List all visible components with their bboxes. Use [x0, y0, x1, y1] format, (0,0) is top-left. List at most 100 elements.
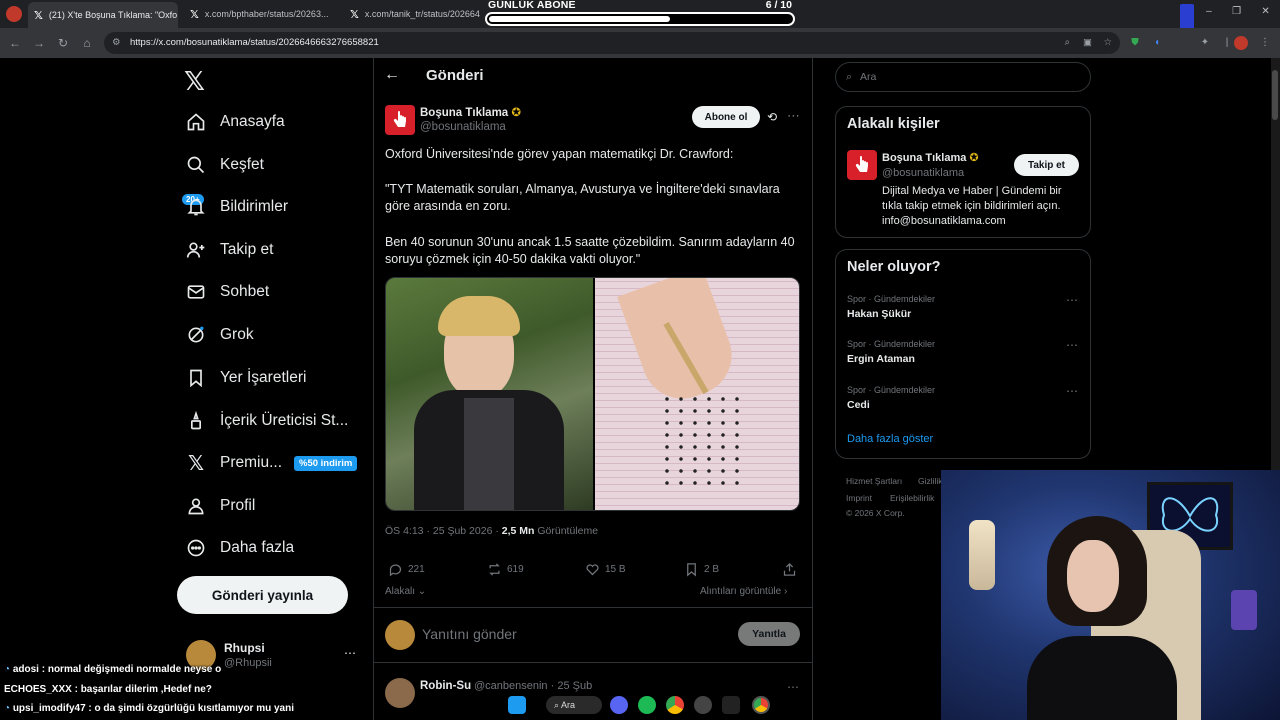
account-more-icon[interactable]: ⋯ [344, 646, 356, 660]
trend-item[interactable]: Cedi [847, 399, 870, 411]
nav-item-chat[interactable]: Sohbet [184, 277, 269, 307]
address-bar[interactable]: ⚙ https://x.com/bosunatiklama/status/202… [104, 32, 1120, 54]
reply-action[interactable]: 221 [388, 562, 425, 577]
menu-kebab-icon[interactable]: ⋮ [1258, 36, 1272, 50]
x-logo-icon: 𝕏 [350, 8, 359, 21]
creator-icon [184, 409, 208, 433]
bookmark-star-icon[interactable]: ☆ [1103, 32, 1112, 54]
nav-item-follow[interactable]: Takip et [184, 235, 273, 265]
author-name[interactable]: Boşuna Tıklama ✪ [420, 105, 521, 119]
shield-extension-icon[interactable]: ⛊ [1128, 36, 1142, 50]
next-reply-author[interactable]: Robin-Su [420, 680, 471, 692]
zoom-icon[interactable]: ⌕ [1065, 32, 1070, 54]
footer-terms-link[interactable]: Hizmet Şartları [846, 476, 902, 486]
back-icon[interactable]: ← [6, 34, 24, 52]
windows-start-icon[interactable] [508, 696, 526, 714]
obs-icon[interactable] [694, 696, 712, 714]
app-icon[interactable] [722, 696, 740, 714]
cast-icon[interactable]: ▣ [1083, 32, 1092, 54]
x-logo-icon: 𝕏 [34, 9, 43, 22]
page-title: Gönderi [426, 67, 484, 84]
post-compose-button[interactable]: Gönderi yayınla [177, 576, 348, 614]
nav-item-premium[interactable]: 𝕏 Premiu... %50 indirim [184, 448, 358, 478]
bookmark-action[interactable]: 2 B [684, 562, 719, 577]
search-input[interactable]: ⌕ Ara [835, 62, 1091, 92]
bell-icon [184, 195, 208, 219]
next-reply-more-icon[interactable]: ⋯ [787, 680, 799, 694]
trend-more-icon[interactable]: ⋯ [1066, 338, 1078, 352]
reply-icon [389, 564, 402, 577]
nav-item-grok[interactable]: Grok [184, 320, 254, 350]
author-handle[interactable]: @bosunatiklama [420, 121, 506, 133]
chrome-icon[interactable] [666, 696, 684, 714]
view-quotes-link[interactable]: Alıntıları görüntüle › [700, 586, 787, 597]
scrollbar-thumb[interactable] [1272, 70, 1278, 120]
trend-item[interactable]: Hakan Şükür [847, 308, 911, 320]
grok-explain-icon[interactable]: ⟲ [767, 110, 777, 124]
follow-related-button[interactable]: Takip et [1014, 154, 1079, 176]
hand-cursor-icon [855, 156, 868, 172]
profile-avatar-icon[interactable] [1234, 36, 1248, 50]
trend-item[interactable]: Ergin Ataman [847, 353, 915, 365]
chat-badge-icon: ◔ [4, 703, 11, 714]
reply-input[interactable]: Yanıtını gönder [422, 626, 517, 642]
trend-more-icon[interactable]: ⋯ [1066, 384, 1078, 398]
view-quotes-label: Alıntıları görüntüle [700, 586, 782, 597]
browser-tab-active[interactable]: 𝕏 (21) X'te Boşuna Tıklama: "Oxfo ✕ [28, 2, 178, 28]
repost-action[interactable]: 619 [487, 562, 524, 577]
close-window-icon[interactable]: ✕ [1261, 6, 1269, 22]
nav-item-profile[interactable]: Profil [184, 491, 255, 521]
photo-man-portrait[interactable] [386, 278, 593, 510]
trend-category: Spor · Gündemdekiler [847, 294, 936, 304]
back-arrow-icon[interactable]: ← [384, 66, 400, 84]
post-media[interactable] [385, 277, 800, 511]
chat-text: başarılar dilerim ,Hedef ne? [80, 684, 212, 695]
search-placeholder: Ara [860, 71, 877, 83]
reload-icon[interactable]: ↻ [54, 34, 72, 52]
reply-submit-button[interactable]: Yanıtla [738, 622, 800, 646]
nav-item-creator-studio[interactable]: İçerik Üreticisi St... [184, 406, 348, 436]
nav-item-notifications[interactable]: Bildirimler [184, 192, 288, 222]
related-avatar[interactable] [847, 150, 877, 180]
next-reply-avatar[interactable] [385, 678, 415, 708]
forward-icon[interactable]: → [30, 34, 48, 52]
minimize-icon[interactable]: – [1206, 6, 1212, 22]
post-timestamp[interactable]: ÖS 4:13 · 25 Şub 2026 · [385, 525, 502, 537]
footer-accessibility-link[interactable]: Erişilebilirlik [890, 493, 934, 503]
footer-imprint-link[interactable]: Imprint [846, 493, 872, 503]
like-action[interactable]: 15 B [585, 562, 626, 577]
desk-lamp [1231, 590, 1257, 630]
chat-username: ECHOES_XXX [4, 684, 72, 695]
search-icon [184, 153, 208, 177]
heart-icon [586, 564, 599, 576]
nav-item-explore[interactable]: Keşfet [184, 150, 264, 180]
related-handle[interactable]: @bosunatiklama [882, 167, 964, 179]
discord-icon[interactable] [610, 696, 628, 714]
related-name[interactable]: Boşuna Tıklama ✪ [882, 151, 979, 164]
home-browser-icon[interactable]: ⌂ [78, 34, 96, 52]
nav-item-more[interactable]: Daha fazla [184, 533, 294, 563]
audio-extension-icon[interactable]: ◖ [1150, 36, 1164, 50]
subscribe-button[interactable]: Abone ol [692, 106, 760, 128]
sort-relevant-dropdown[interactable]: Alakalı ⌄ [385, 586, 426, 597]
photo-exam-answer-sheet[interactable] [595, 278, 799, 510]
footer-privacy-link[interactable]: Gizlilik [918, 476, 943, 486]
extensions-icon[interactable]: ✦ [1198, 36, 1212, 50]
browser-tab[interactable]: 𝕏 x.com/tanik_tr/status/2026648... [344, 4, 480, 24]
x-home-logo[interactable]: 𝕏 [184, 66, 205, 97]
maximize-icon[interactable]: ❐ [1232, 6, 1241, 22]
chrome-active-icon[interactable] [752, 696, 770, 714]
post-more-icon[interactable]: ⋯ [787, 108, 800, 124]
mail-icon [184, 280, 208, 304]
author-avatar[interactable] [385, 105, 415, 135]
trend-more-icon[interactable]: ⋯ [1066, 293, 1078, 307]
site-info-icon[interactable]: ⚙ [112, 32, 121, 54]
taskbar-search[interactable]: ⌕ Ara [546, 696, 602, 714]
nav-item-home[interactable]: Anasayfa [184, 107, 285, 137]
browser-profile-avatar[interactable] [6, 6, 22, 22]
share-action[interactable] [782, 562, 802, 577]
nav-item-bookmarks[interactable]: Yer İşaretleri [184, 363, 306, 393]
show-more-link[interactable]: Daha fazla göster [847, 433, 933, 445]
spotify-icon[interactable] [638, 696, 656, 714]
browser-tab[interactable]: 𝕏 x.com/bpthaber/status/20263... ✕ [184, 4, 336, 24]
